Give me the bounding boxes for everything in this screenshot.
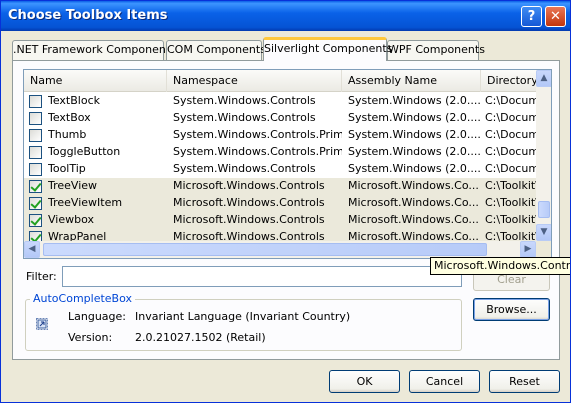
cell-namespace: System.Windows.Controls <box>173 162 316 175</box>
cell-name: TextBox <box>48 111 91 124</box>
table-row[interactable]: ToggleButton System.Windows.Controls.Prim… <box>24 144 536 161</box>
browse-button[interactable]: Browse... <box>473 298 550 321</box>
scroll-left-icon[interactable]: ◀ <box>24 241 40 258</box>
cell-name: Viewbox <box>48 213 94 226</box>
vertical-scroll-thumb[interactable] <box>538 201 550 218</box>
cell-directory: C:\Docum <box>485 94 536 107</box>
cell-namespace: System.Windows.Controls <box>173 94 316 107</box>
row-checkbox[interactable] <box>29 146 42 159</box>
ok-button[interactable]: OK <box>329 370 400 393</box>
column-header-namespace[interactable]: Namespace <box>167 70 342 92</box>
cancel-button[interactable]: Cancel <box>409 370 480 393</box>
cell-assembly: Microsoft.Windows.Co... <box>348 213 479 226</box>
grid-header: Name Namespace Assembly Name Directory <box>24 70 536 92</box>
cell-directory: C:\Toolkit\ <box>485 213 536 226</box>
close-icon[interactable]: ✕ <box>545 6 566 27</box>
scroll-down-icon[interactable]: ▼ <box>536 224 551 241</box>
cell-assembly: System.Windows (2.0.... <box>348 128 481 141</box>
row-checkbox[interactable] <box>29 112 42 125</box>
horizontal-scroll-thumb[interactable] <box>43 243 487 256</box>
version-value: 2.0.21027.1502 (Retail) <box>135 331 266 344</box>
cell-namespace: Microsoft.Windows.Controls <box>173 196 325 209</box>
cell-namespace: System.Windows.Controls.Prim... <box>173 128 342 141</box>
choose-toolbox-items-dialog: Choose Toolbox Items ? ✕ .NET Framework … <box>0 0 571 403</box>
filter-input[interactable] <box>62 266 462 287</box>
title-bar[interactable]: Choose Toolbox Items ? ✕ <box>1 1 570 31</box>
cell-name: TextBlock <box>48 94 100 107</box>
column-header-assembly-name[interactable]: Assembly Name <box>342 70 481 92</box>
cell-assembly: System.Windows (2.0.... <box>348 162 481 175</box>
cell-directory: C:\Docum <box>485 111 536 124</box>
cell-namespace: Microsoft.Windows.Controls <box>173 179 325 192</box>
cell-assembly: Microsoft.Windows.Co... <box>348 196 479 209</box>
window-title: Choose Toolbox Items <box>8 8 168 23</box>
cell-namespace: Microsoft.Windows.Controls <box>173 213 325 226</box>
tab-silverlight-components[interactable]: Silverlight Components <box>263 37 392 61</box>
table-row[interactable]: Viewbox Microsoft.Windows.Controls Microso… <box>24 212 536 229</box>
help-icon[interactable]: ? <box>521 6 542 27</box>
row-checkbox[interactable] <box>29 180 42 193</box>
scroll-up-icon[interactable]: ▲ <box>536 70 551 87</box>
table-row[interactable]: TextBox System.Windows.Controls System.Win… <box>24 110 536 127</box>
tab-com-components[interactable]: COM Components <box>166 40 266 60</box>
cell-name: TreeViewItem <box>48 196 123 209</box>
components-grid[interactable]: Name Namespace Assembly Name Directory T… <box>23 69 552 259</box>
cell-namespace: System.Windows.Controls.Prim... <box>173 145 342 158</box>
table-row[interactable]: ToolTip System.Windows.Controls System.Win… <box>24 161 536 178</box>
column-header-directory[interactable]: Directory <box>481 70 536 92</box>
scroll-right-icon[interactable]: ▶ <box>520 241 536 258</box>
cell-name: Thumb <box>48 128 87 141</box>
filter-label: Filter: <box>26 270 57 283</box>
row-checkbox[interactable] <box>29 129 42 142</box>
version-label: Version: <box>68 331 113 344</box>
cell-name: ToolTip <box>48 162 86 175</box>
tab-wpf-components[interactable]: WPF Components <box>387 40 485 60</box>
tab-net-framework-components[interactable]: .NET Framework Components <box>12 40 176 60</box>
cell-directory: C:\Docum <box>485 162 536 175</box>
namespace-tooltip: Microsoft.Windows.Controls <box>430 257 570 275</box>
cell-namespace: System.Windows.Controls <box>173 111 316 124</box>
row-checkbox[interactable] <box>29 95 42 108</box>
cell-assembly: Microsoft.Windows.Co... <box>348 179 479 192</box>
cell-directory: C:\Toolkit\ <box>485 196 536 209</box>
component-icon <box>36 318 48 330</box>
component-info-title: AutoCompleteBox <box>30 292 135 305</box>
cell-assembly: System.Windows (2.0.... <box>348 145 481 158</box>
cell-assembly: System.Windows (2.0.... <box>348 94 481 107</box>
table-row[interactable]: TextBlock System.Windows.Controls System.W… <box>24 93 536 110</box>
vertical-scrollbar[interactable]: ▲ ▼ <box>536 70 551 241</box>
scrollbar-corner <box>536 241 551 258</box>
table-row[interactable]: TreeView Microsoft.Windows.Controls Micros… <box>24 178 536 195</box>
row-checkbox[interactable] <box>29 197 42 210</box>
column-header-name[interactable]: Name <box>24 70 167 92</box>
table-row[interactable]: TreeViewItem Microsoft.Windows.Controls Mi… <box>24 195 536 212</box>
cell-directory: C:\Toolkit\ <box>485 179 536 192</box>
cell-name: ToggleButton <box>48 145 121 158</box>
reset-button[interactable]: Reset <box>489 370 560 393</box>
cell-directory: C:\Docum <box>485 128 536 141</box>
cell-assembly: System.Windows (2.0.... <box>348 111 481 124</box>
cell-directory: C:\Docum <box>485 145 536 158</box>
language-value: Invariant Language (Invariant Country) <box>135 310 351 323</box>
row-checkbox[interactable] <box>29 163 42 176</box>
row-checkbox[interactable] <box>29 214 42 227</box>
horizontal-scrollbar[interactable]: ◀ ▶ <box>24 241 536 258</box>
cell-name: TreeView <box>48 179 98 192</box>
language-label: Language: <box>68 310 126 323</box>
table-row[interactable]: Thumb System.Windows.Controls.Prim... Syst… <box>24 127 536 144</box>
